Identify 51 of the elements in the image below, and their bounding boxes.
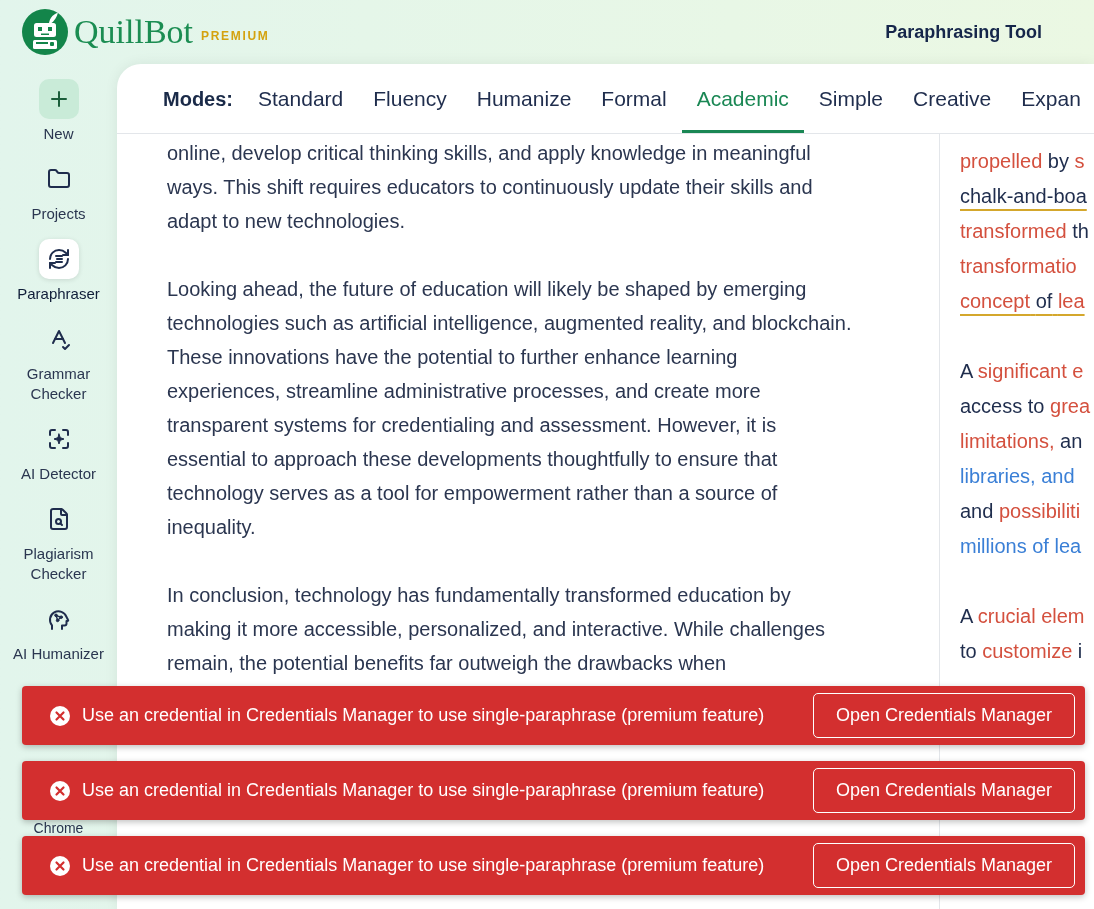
mode-tab[interactable]: Academic (681, 64, 804, 133)
output-line: limitations, an (960, 429, 1083, 454)
output-line: concept of lea (960, 289, 1085, 314)
output-line: libraries, and (960, 464, 1075, 489)
output-line: transformed th (960, 219, 1089, 244)
open-manager-button[interactable]: Open Credentials Manager (813, 768, 1075, 813)
output-line: A significant e (960, 359, 1084, 384)
folder-icon (46, 167, 71, 191)
sidebar-item[interactable]: AI Humanizer (2, 599, 115, 664)
mode-tab[interactable]: Creative (898, 64, 1007, 133)
open-manager-button[interactable]: Open Credentials Manager (813, 693, 1075, 738)
brand-name: QuillBot (74, 12, 194, 52)
input-paragraph: online, develop critical thinking skills, and apply knowledge in meaningful ways. This shift requires educators to continuously update their skills and adapt to new technologies. (167, 141, 813, 234)
page-title: Paraphrasing Tool (885, 20, 1042, 44)
premium-label: PREMIUM (201, 28, 270, 45)
mode-tab[interactable]: Fluency (358, 64, 462, 133)
output-line: millions of lea (960, 534, 1082, 559)
error-icon (50, 855, 70, 876)
input-paragraph: Looking ahead, the future of education will likely be shaped by emerging technologies such as artificial intelligence, augmented reality, and blockchain. These innovations have the potential to further enhance learning experiences, streamline administrative processes, and create more transparent systems for credentialing and assessment. However, it is essential to approach these developments thoughtfully to ensure that technology serves as a tool for empowerment rather than a source of inequality. (167, 277, 852, 540)
mode-tab[interactable]: Standard (243, 64, 359, 133)
modes-label: Modes: (163, 86, 233, 112)
output-line: chalk-and-boa (960, 184, 1087, 209)
sidebar-item[interactable]: Projects (2, 159, 115, 224)
output-line: A crucial elem (960, 604, 1085, 629)
output-line: to customize i (960, 639, 1083, 664)
plus-icon (38, 79, 79, 119)
mode-tab[interactable]: Simple (803, 64, 899, 133)
circular-arrows-icon (38, 239, 79, 279)
input-paragraph: In conclusion, technology has fundamentally transformed education by making it more accessible, personalized, and interactive. While challenges remain, the potential benefits far outweigh the drawbacks when (167, 583, 826, 676)
output-line: propelled by s (960, 149, 1085, 174)
mode-tab[interactable]: Formal (586, 64, 682, 133)
error-icon (50, 705, 70, 726)
sidebar-item[interactable]: Plagiarism Checker (2, 499, 115, 584)
output-line: access to grea (960, 394, 1091, 419)
scan-sparkle-icon (46, 427, 71, 451)
sidebar-item[interactable]: New (2, 79, 115, 144)
mode-tab[interactable]: Humanize (461, 64, 587, 133)
sidebar-item[interactable]: Grammar Checker (2, 319, 115, 404)
mode-tab[interactable]: Expan (1006, 64, 1094, 133)
output-line: and possibiliti (960, 499, 1081, 524)
robot-logo-icon (22, 9, 68, 55)
toast-message: Use an credential in Credentials Manager to use single-paraphrase (premium feature) (82, 704, 766, 727)
toast-message: Use an credential in Credentials Manager to use single-paraphrase (premium feature) (82, 854, 766, 877)
open-manager-button[interactable]: Open Credentials Manager (813, 843, 1075, 888)
head-network-icon (46, 607, 71, 631)
error-icon (50, 780, 70, 801)
sidebar-item[interactable]: Chrome (33, 821, 84, 835)
output-line: transformatio (960, 254, 1077, 279)
toast-message: Use an credential in Credentials Manager to use single-paraphrase (premium feature) (82, 779, 766, 802)
sidebar-item[interactable]: Paraphraser (2, 239, 115, 304)
sidebar-item[interactable]: AI Detector (2, 419, 115, 484)
